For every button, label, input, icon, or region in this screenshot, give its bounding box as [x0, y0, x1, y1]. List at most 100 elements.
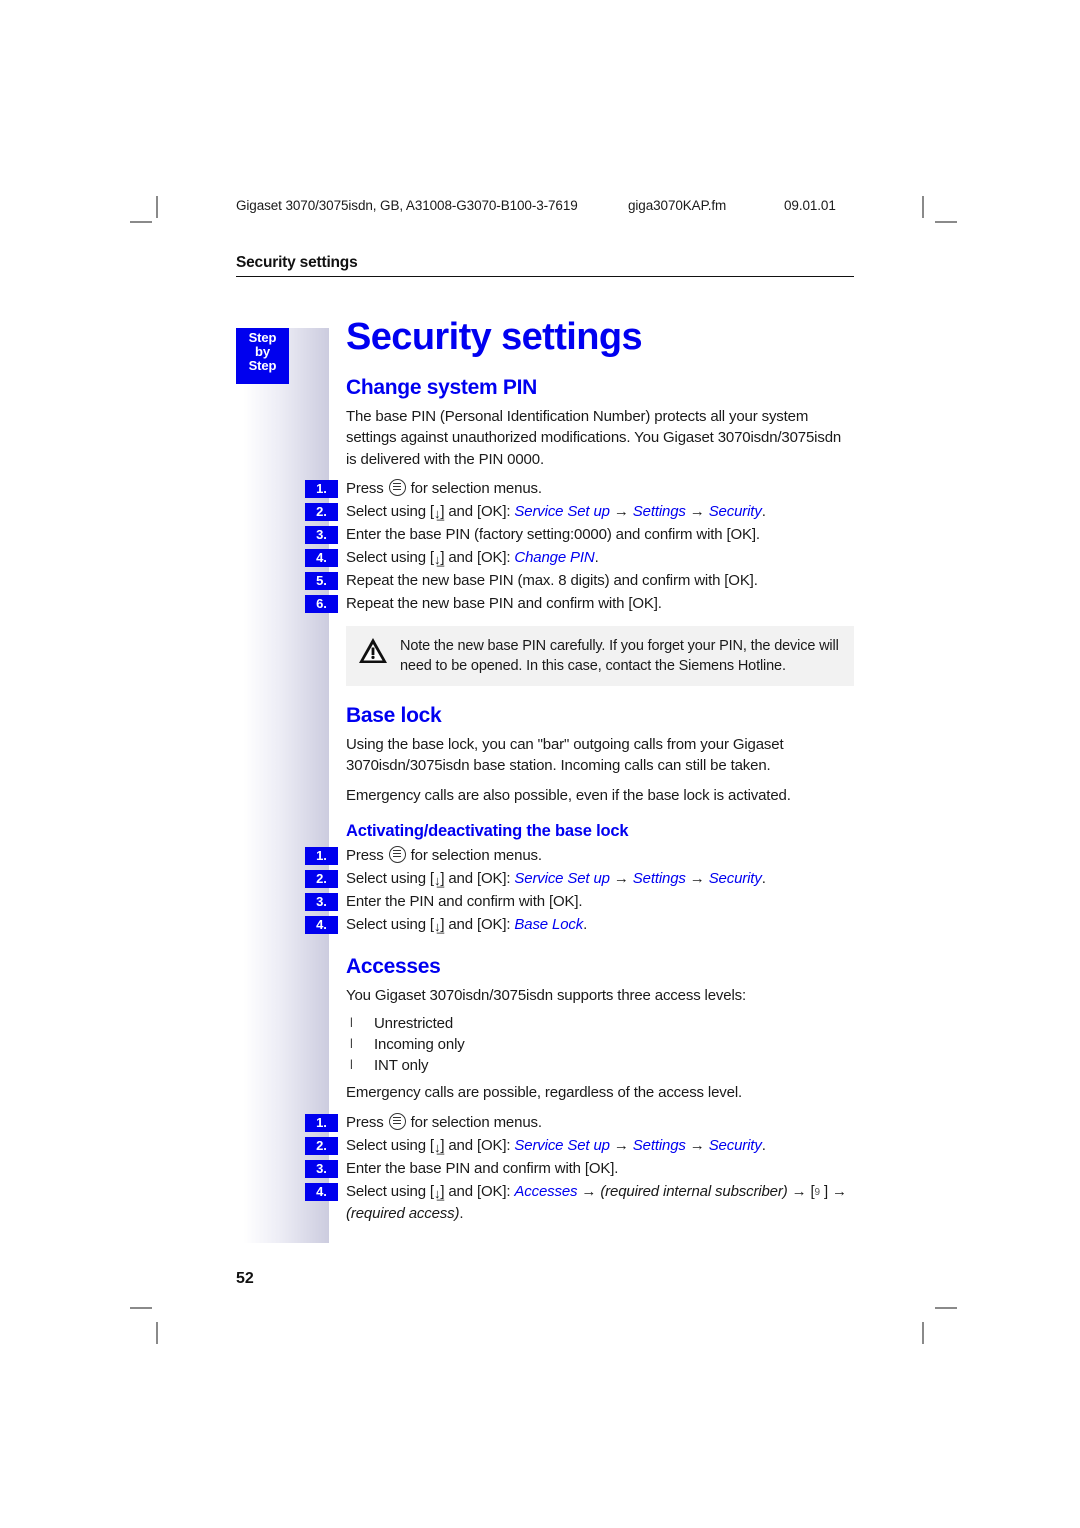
- section-paragraph: Emergency calls are possible, regardless…: [346, 1084, 743, 1102]
- section-paragraph: Using the base lock, you can "bar" outgo…: [346, 736, 784, 775]
- section: Accesses You Gigaset 3070isdn/3075isdn su…: [305, 954, 854, 1225]
- page-title: Security settings: [346, 316, 643, 358]
- section-paragraph: You Gigaset 3070isdn/3075isdn supports t…: [346, 987, 747, 1005]
- crop-mark-top-left-vertical: [156, 196, 158, 218]
- menu-path-item: Security: [708, 1136, 762, 1154]
- list-item: l Unrestricted: [346, 1014, 854, 1035]
- down-arrow-key-icon: ↓̲: [433, 872, 441, 888]
- menu-key-icon: [388, 478, 406, 496]
- right-arrow-icon: →: [689, 502, 705, 520]
- step-instruction-text: Repeat the new base PIN (max. 8 digits) …: [346, 571, 758, 589]
- step-instruction-text: Press for selection menus.: [346, 1112, 542, 1131]
- step-number-badge: 4.: [305, 548, 338, 567]
- step-row: 1. Press for selection menus.: [305, 1112, 854, 1135]
- crop-mark-top-left-horizontal: [130, 221, 152, 223]
- step-instruction-text: Press for selection menus.: [346, 478, 542, 497]
- step-number-badge: 1.: [305, 479, 338, 498]
- crop-mark-bottom-left-vertical: [156, 1322, 158, 1344]
- step-list: 1. Press for selection menus. 2. Select usi…: [305, 1112, 854, 1225]
- step-list: 1. Press for selection menus. 2. Select usi…: [305, 845, 854, 937]
- step-instruction-text: Select using [↓̲] and [OK]: Service Set …: [346, 1136, 766, 1155]
- step-row: 3. Enter the PIN and confirm with [OK].: [305, 891, 854, 914]
- right-arrow-icon: →: [689, 869, 705, 887]
- step-instruction-text: Press for selection menus.: [346, 845, 542, 864]
- section-paragraph: Emergency calls are also possible, even …: [346, 786, 791, 804]
- step-instruction-text: Select using [↓̲] and [OK]: Service Set …: [346, 869, 766, 888]
- printer-header-date: 09.01.01: [784, 198, 836, 213]
- running-head: Security settings: [236, 254, 854, 277]
- step-badge-line-1: Step: [248, 330, 277, 345]
- section-subtitle: Activating/deactivating the base lock: [346, 821, 629, 840]
- step-row: 1. Press for selection menus.: [305, 478, 854, 501]
- step-number-badge: 2.: [305, 869, 338, 888]
- right-arrow-icon: →: [791, 1182, 807, 1200]
- bullet-icon: l: [350, 1015, 353, 1031]
- crop-mark-bottom-right-vertical: [922, 1322, 924, 1344]
- step-instruction-text: Select using [↓̲] and [OK]: Accesses → (…: [346, 1182, 847, 1222]
- list-item-label: INT only: [374, 1056, 429, 1074]
- menu-path-item: Service Set up: [514, 869, 610, 887]
- right-arrow-icon: →: [581, 1182, 597, 1200]
- step-list: 1. Press for selection menus. 2. Select usi…: [305, 478, 854, 616]
- missing-glyph-icon: 9: [814, 1186, 821, 1198]
- warning-note-box: Note the new base PIN carefully. If you …: [346, 625, 854, 686]
- down-arrow-key-icon: ↓̲: [433, 551, 441, 567]
- menu-key-icon: [388, 1112, 406, 1130]
- list-item-label: Unrestricted: [374, 1015, 454, 1033]
- menu-key-icon: [388, 845, 406, 863]
- crop-mark-top-right-vertical: [922, 196, 924, 218]
- sections-container: Change system PIN The base PIN (Personal …: [305, 375, 854, 1225]
- step-number-badge: 4.: [305, 915, 338, 934]
- placeholder-text: (required internal subscriber): [600, 1182, 788, 1200]
- menu-path-item: Change PIN: [514, 548, 595, 566]
- step-row: 3. Enter the base PIN and confirm with [O…: [305, 1158, 854, 1181]
- step-number-badge: 1.: [305, 1113, 338, 1132]
- menu-path-item: Security: [708, 502, 762, 520]
- menu-path-item: Settings: [632, 869, 686, 887]
- printer-header-filename: giga3070KAP.fm: [628, 198, 727, 213]
- down-arrow-key-icon: ↓̲: [433, 1139, 441, 1155]
- warning-triangle-icon: [359, 637, 387, 663]
- step-row: 4. Select using [↓̲] and [OK]: Base Lock.: [305, 914, 854, 937]
- step-row: 2. Select using [↓̲] and [OK]: Service Se…: [305, 1135, 854, 1158]
- step-badge-line-2: by: [255, 344, 270, 360]
- menu-path-item: Accesses: [514, 1182, 578, 1200]
- menu-path-item: Security: [708, 869, 762, 887]
- right-arrow-icon: →: [689, 1136, 705, 1154]
- down-arrow-key-icon: ↓̲: [433, 1185, 441, 1201]
- step-instruction-text: Enter the base PIN and confirm with [OK]…: [346, 1159, 619, 1177]
- crop-mark-bottom-right-horizontal: [935, 1307, 957, 1309]
- section-title: Change system PIN: [346, 375, 537, 399]
- section: Change system PIN The base PIN (Personal …: [305, 375, 854, 686]
- access-level-list: l Unrestricted l Incoming only l INT only: [346, 1014, 854, 1076]
- step-number-badge: 3.: [305, 892, 338, 911]
- section-title: Accesses: [346, 954, 441, 978]
- step-row: 3. Enter the base PIN (factory setting:00…: [305, 524, 854, 547]
- menu-path-item: Base Lock: [514, 915, 584, 933]
- menu-path-item: Service Set up: [514, 1136, 610, 1154]
- list-item: l Incoming only: [346, 1035, 854, 1056]
- step-number-badge: 3.: [305, 1159, 338, 1178]
- page-content: Security settings Change system PIN The b…: [305, 316, 854, 1225]
- right-arrow-icon: →: [613, 502, 629, 520]
- step-number-badge: 3.: [305, 525, 338, 544]
- step-row: 4. Select using [↓̲] and [OK]: Change PIN…: [305, 547, 854, 570]
- right-arrow-icon: →: [613, 1136, 629, 1154]
- section-paragraph: The base PIN (Personal Identification Nu…: [346, 408, 842, 468]
- step-instruction-text: Enter the PIN and confirm with [OK].: [346, 892, 583, 910]
- bullet-icon: l: [350, 1056, 353, 1072]
- step-instruction-text: Select using [↓̲] and [OK]: Change PIN.: [346, 548, 599, 567]
- step-badge-line-3: Step: [248, 358, 277, 374]
- right-arrow-icon: →: [613, 869, 629, 887]
- menu-path-item: Settings: [632, 1136, 686, 1154]
- step-row: 4. Select using [↓̲] and [OK]: Accesses →…: [305, 1181, 854, 1225]
- right-arrow-icon: →: [831, 1182, 847, 1200]
- step-row: 5. Repeat the new base PIN (max. 8 digits…: [305, 570, 854, 593]
- section-title: Base lock: [346, 703, 442, 727]
- step-instruction-text: Select using [↓̲] and [OK]: Service Set …: [346, 502, 766, 521]
- placeholder-text: (required access): [346, 1204, 460, 1222]
- step-row: 1. Press for selection menus.: [305, 845, 854, 868]
- page-number: 52: [236, 1270, 254, 1287]
- step-number-badge: 2.: [305, 1136, 338, 1155]
- menu-path-item: Service Set up: [514, 502, 610, 520]
